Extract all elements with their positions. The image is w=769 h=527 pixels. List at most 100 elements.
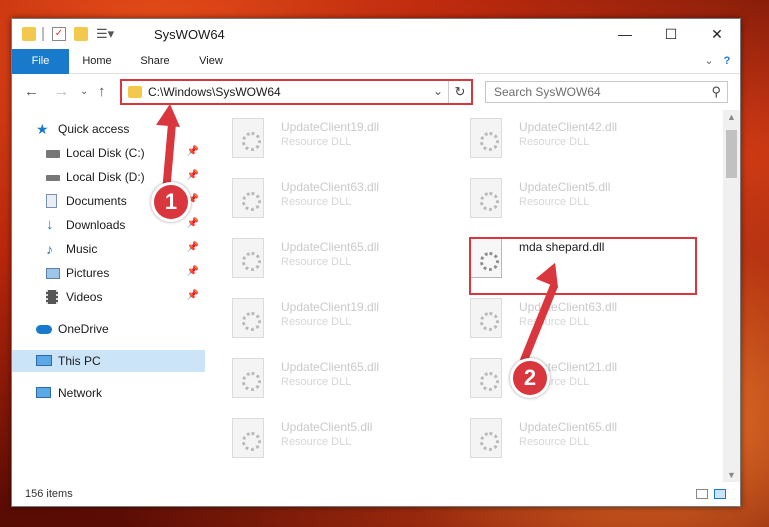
status-bar: 156 items [12, 482, 740, 506]
sidebar-item-music[interactable]: ♪ Music 📌 [12, 238, 205, 260]
file-name: UpdateClient65.dll [519, 420, 618, 434]
search-placeholder: Search SysWOW64 [494, 85, 601, 99]
pin-icon[interactable]: 📌 [187, 266, 199, 277]
pin-icon[interactable]: 📌 [187, 218, 199, 229]
file-type: Resource DLL [519, 316, 590, 328]
file-item[interactable]: UpdateClient65.dll Resource DLL [445, 410, 675, 460]
pictures-icon [46, 268, 60, 279]
star-icon: ★ [36, 121, 49, 137]
sidebar-item-label: This PC [58, 354, 101, 368]
details-view-icon[interactable] [696, 489, 708, 499]
sidebar-item-network[interactable]: Network [12, 382, 205, 404]
dll-file-icon [470, 358, 502, 398]
annotation-arrow-head-1 [156, 102, 182, 128]
maximize-button[interactable]: ☐ [648, 19, 694, 49]
file-item[interactable]: UpdateClient19.dll Resource DLL [207, 290, 437, 340]
ribbon-tabs: File Home Share View ⌄ ? [12, 49, 740, 99]
file-item[interactable]: UpdateClient21.dll Resource DLL [445, 350, 675, 400]
file-item[interactable]: UpdateClient5.dll Resource DLL [207, 410, 437, 460]
vertical-scrollbar[interactable]: ▲ ▼ [723, 110, 740, 482]
folder-icon [128, 86, 142, 98]
dll-file-icon [232, 358, 264, 398]
file-type: Resource DLL [281, 136, 352, 148]
navigation-pane: ★ Quick access Local Disk (C:) 📌 Local D… [12, 110, 205, 482]
refresh-icon[interactable]: ↻ [448, 81, 471, 103]
pin-icon[interactable]: 📌 [187, 146, 199, 157]
customize-toolbar-icon[interactable]: ☰▾ [96, 27, 114, 41]
dll-file-icon [232, 298, 264, 338]
file-name: UpdateClient19.dll [281, 120, 380, 134]
file-name: UpdateClient63.dll [519, 300, 618, 314]
file-item[interactable]: UpdateClient63.dll Resource DLL [445, 290, 675, 340]
file-name: UpdateClient65.dll [281, 360, 380, 374]
highlight-box [469, 237, 697, 295]
dll-file-icon [232, 178, 264, 218]
explorer-window: ✓ ☰▾ SysWOW64 — ☐ ✕ File Home Share View… [11, 18, 741, 507]
sidebar-item-label: Music [66, 242, 98, 256]
drive-icon [46, 175, 60, 181]
file-item[interactable]: UpdateClient42.dll Resource DLL [445, 110, 675, 160]
file-name: UpdateClient19.dll [281, 300, 380, 314]
file-item[interactable]: UpdateClient63.dll Resource DLL [207, 170, 437, 220]
chevron-down-icon[interactable]: ⌄ [433, 84, 443, 98]
large-icons-view-icon[interactable] [714, 489, 726, 499]
forward-icon[interactable]: → [54, 83, 69, 100]
sidebar-item-label: Local Disk (C:) [66, 146, 145, 160]
folder-icon [22, 27, 36, 41]
window-title: SysWOW64 [154, 27, 225, 42]
dll-file-icon [232, 418, 264, 458]
address-path: C:\Windows\SysWOW64 [148, 85, 281, 99]
help-icon[interactable]: ? [720, 49, 734, 73]
search-input[interactable]: Search SysWOW64 ⚲ [485, 81, 728, 103]
properties-icon[interactable]: ✓ [52, 27, 66, 41]
scroll-down-icon[interactable]: ▼ [727, 470, 736, 480]
back-icon[interactable]: ← [24, 83, 39, 100]
drive-icon [46, 150, 60, 158]
close-button[interactable]: ✕ [694, 19, 740, 49]
expand-ribbon-icon[interactable]: ⌄ [702, 49, 716, 73]
file-type: Resource DLL [281, 376, 352, 388]
sidebar-item-label: Documents [66, 194, 127, 208]
navigation-bar: ← → ⌄ ↑ C:\Windows\SysWOW64 ⌄ ↻ Search S… [12, 74, 740, 110]
computer-icon [36, 355, 52, 366]
file-type: Resource DLL [281, 196, 352, 208]
annotation-step-1: 1 [151, 182, 191, 222]
documents-icon [46, 194, 57, 208]
music-icon: ♪ [46, 241, 53, 257]
search-icon: ⚲ [711, 84, 721, 99]
dll-file-icon [470, 298, 502, 338]
sidebar-item-this-pc[interactable]: This PC [12, 350, 205, 372]
file-item[interactable]: UpdateClient65.dll Resource DLL [207, 350, 437, 400]
tab-home[interactable]: Home [72, 49, 122, 73]
scrollbar-thumb[interactable] [726, 130, 737, 178]
minimize-button[interactable]: — [602, 19, 648, 49]
file-item[interactable]: UpdateClient65.dll Resource DLL [207, 230, 437, 280]
file-name: UpdateClient65.dll [281, 240, 380, 254]
scroll-up-icon[interactable]: ▲ [727, 112, 736, 122]
tab-share[interactable]: Share [130, 49, 180, 73]
sidebar-item-label: Pictures [66, 266, 110, 280]
file-type: Resource DLL [519, 436, 590, 448]
address-bar[interactable]: C:\Windows\SysWOW64 ⌄ ↻ [120, 79, 473, 105]
sidebar-item-onedrive[interactable]: OneDrive [12, 318, 205, 340]
recent-locations-icon[interactable]: ⌄ [80, 86, 88, 97]
dll-file-icon [470, 418, 502, 458]
dll-file-icon [232, 118, 264, 158]
dll-file-icon [232, 238, 264, 278]
sidebar-item-label: Downloads [66, 218, 126, 232]
separator [42, 27, 44, 41]
up-icon[interactable]: ↑ [98, 83, 106, 100]
pin-icon[interactable]: 📌 [187, 242, 199, 253]
sidebar-item-local-disk-c[interactable]: Local Disk (C:) 📌 [12, 142, 205, 164]
title-bar: ✓ ☰▾ SysWOW64 — ☐ ✕ [12, 19, 740, 49]
file-item[interactable]: UpdateClient19.dll Resource DLL [207, 110, 437, 160]
file-type: Resource DLL [519, 136, 590, 148]
pin-icon[interactable]: 📌 [187, 170, 199, 181]
new-folder-icon[interactable] [74, 27, 88, 41]
sidebar-item-pictures[interactable]: Pictures 📌 [12, 262, 205, 284]
tab-view[interactable]: View [186, 49, 236, 73]
pin-icon[interactable]: 📌 [187, 290, 199, 301]
sidebar-item-videos[interactable]: Videos 📌 [12, 286, 205, 308]
onedrive-icon [36, 325, 52, 334]
file-item[interactable]: UpdateClient5.dll Resource DLL [445, 170, 675, 220]
